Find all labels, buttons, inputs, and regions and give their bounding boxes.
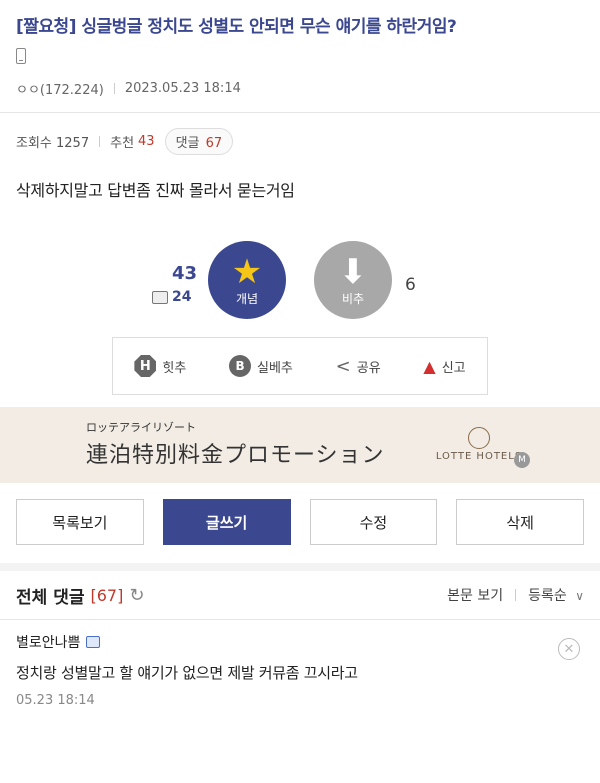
downvote-count: 6 bbox=[405, 275, 416, 295]
share-button[interactable]: < 공유 bbox=[336, 356, 381, 377]
post-header: [짤요청] 싱글벙글 정치도 성별도 안되면 무슨 얘기를 하란거임? ㅇㅇ(1… bbox=[0, 0, 600, 98]
ad-subtitle: ロッテアライリゾート bbox=[86, 421, 196, 434]
comment-date: 05.23 18:14 bbox=[16, 693, 95, 708]
write-button[interactable]: 글쓰기 bbox=[162, 499, 291, 545]
post-datetime: 2023.05.23 18:14 bbox=[124, 80, 241, 96]
ad-logo: LOTTE HOTELS M bbox=[424, 427, 534, 468]
best-recommend-button[interactable]: B 실베추 bbox=[229, 355, 293, 377]
ad-banner[interactable]: ロッテアライリゾート 連泊特別料金プロモーション LOTTE HOTELS M bbox=[0, 407, 600, 483]
close-icon[interactable]: ✕ bbox=[558, 638, 580, 660]
report-label: 신고 bbox=[441, 360, 466, 376]
post-button-row: 목록보기 글쓰기 수정 삭제 bbox=[0, 483, 600, 545]
post-stats: 조회수 1257 추천 43 댓글 67 bbox=[0, 119, 600, 163]
siren-icon: ▲ bbox=[423, 356, 436, 376]
best-label: 실베추 bbox=[257, 360, 293, 376]
section-divider bbox=[0, 563, 600, 571]
sort-label: 등록순 bbox=[528, 588, 567, 604]
edit-button[interactable]: 수정 bbox=[309, 499, 438, 545]
upvote-label: 개념 bbox=[235, 291, 259, 306]
delete-button[interactable]: 삭제 bbox=[456, 499, 584, 545]
comments-count: [67] bbox=[90, 585, 124, 605]
star-icon: ★ bbox=[231, 251, 263, 292]
list-button[interactable]: 목록보기 bbox=[16, 499, 144, 545]
comment-author-row: 별로안나쁨 bbox=[16, 632, 584, 652]
ad-headline: 連泊特別料金プロモーション bbox=[86, 443, 385, 468]
comment-pill-count: 67 bbox=[205, 135, 223, 151]
hit-label: 힛추 bbox=[162, 360, 187, 376]
arrow-down-icon: ⬇ bbox=[338, 251, 368, 292]
gallery-user-icon bbox=[152, 290, 168, 304]
post-body: 삭제하지말고 답변좀 진짜 몰라서 묻는거임 bbox=[16, 181, 295, 200]
recommend-count: 43 bbox=[138, 133, 155, 149]
chevron-down-icon: ∨ bbox=[575, 589, 584, 603]
share-icon: < bbox=[335, 355, 351, 377]
post-meta: ㅇㅇ(172.224) 2023.05.23 18:14 bbox=[16, 78, 584, 98]
header-divider bbox=[0, 112, 600, 113]
best-icon: B bbox=[229, 355, 252, 377]
comment-pill-label: 댓글 bbox=[175, 135, 200, 151]
comments-tools: 본문 보기 등록순 ∨ bbox=[447, 585, 584, 605]
comment-author[interactable]: 별로안나쁨 bbox=[16, 632, 80, 652]
fixed-nick-upvote-count: 24 bbox=[152, 289, 191, 305]
meta-divider bbox=[113, 82, 115, 94]
mobile-phone-icon bbox=[16, 48, 26, 64]
fixed-nick-upvote-value: 24 bbox=[172, 289, 192, 305]
hit-icon: H bbox=[134, 355, 157, 377]
post-action-bar: H 힛추 B 실베추 < 공유 ▲ 신고 bbox=[112, 337, 488, 395]
post-title: [짤요청] 싱글벙글 정치도 성별도 안되면 무슨 얘기를 하란거임? bbox=[16, 17, 457, 37]
comment-item: 별로안나쁨 정치랑 성별말고 할 얘기가 없으면 제발 커뮤좀 끄시라고 05.… bbox=[0, 620, 600, 708]
post-author[interactable]: ㅇㅇ(172.224) bbox=[16, 79, 104, 98]
upvote-count: 43 bbox=[172, 263, 198, 284]
comments-header: 전체 댓글 [67] ↻ 본문 보기 등록순 ∨ bbox=[0, 571, 600, 619]
ad-badge: M bbox=[514, 452, 530, 468]
refresh-icon[interactable]: ↻ bbox=[129, 585, 144, 606]
gallery-badge-icon bbox=[86, 636, 101, 648]
tools-divider bbox=[515, 589, 517, 601]
hotel-logo-icon bbox=[468, 427, 490, 449]
share-label: 공유 bbox=[356, 360, 381, 376]
vote-area: 43 24 ★ 개념 ⬇ 비추 6 H 힛추 B 실베추 < 공유 ▲ 신고 bbox=[0, 241, 600, 421]
hit-recommend-button[interactable]: H 힛추 bbox=[134, 355, 186, 377]
report-button[interactable]: ▲ 신고 bbox=[423, 357, 465, 376]
comment-count-pill[interactable]: 댓글 67 bbox=[164, 127, 234, 155]
upvote-button[interactable]: ★ 개념 bbox=[208, 241, 286, 319]
views-count: 조회수 1257 bbox=[16, 135, 90, 151]
sort-select[interactable]: 등록순 ∨ bbox=[528, 585, 584, 605]
stats-divider bbox=[99, 135, 101, 147]
downvote-button[interactable]: ⬇ 비추 bbox=[314, 241, 392, 319]
downvote-label: 비추 bbox=[341, 291, 365, 306]
comment-text: 정치랑 성별말고 할 얘기가 없으면 제발 커뮤좀 끄시라고 bbox=[16, 664, 358, 682]
comments-title: 전체 댓글 bbox=[16, 587, 85, 608]
view-body-link[interactable]: 본문 보기 bbox=[447, 585, 503, 605]
recommend-label: 추천 bbox=[110, 135, 135, 151]
